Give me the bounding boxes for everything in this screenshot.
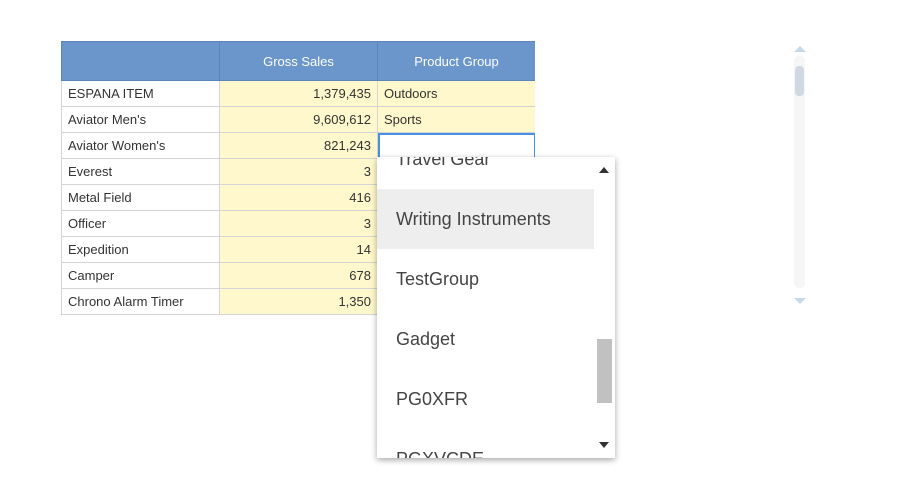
product-group-dropdown[interactable]: Travel Gear Writing Instruments TestGrou… [377,157,615,458]
table-row: Aviator Women's 821,243 [61,132,535,159]
dropdown-option[interactable]: Travel Gear [377,157,594,189]
gross-sales-cell[interactable]: 3 [219,158,378,185]
scroll-down-arrow-icon[interactable] [794,298,806,304]
row-name-cell[interactable]: Everest [61,158,220,185]
gross-sales-cell[interactable]: 3 [219,210,378,237]
row-name-cell[interactable]: Aviator Women's [61,132,220,159]
header-gross-sales[interactable]: Gross Sales [219,41,378,81]
chevron-up-icon[interactable] [599,167,609,173]
dropdown-option[interactable]: PGXVCDE [377,429,594,458]
dropdown-option[interactable]: Gadget [377,309,594,369]
gross-sales-cell[interactable]: 9,609,612 [219,106,378,133]
row-name-cell[interactable]: Officer [61,210,220,237]
product-group-cell[interactable]: Sports [377,106,535,133]
gross-sales-cell[interactable]: 821,243 [219,132,378,159]
gross-sales-cell[interactable]: 678 [219,262,378,289]
row-name-cell[interactable]: Aviator Men's [61,106,220,133]
header-row: Gross Sales Product Group [61,41,535,81]
page-scrollbar[interactable] [789,44,809,306]
dropdown-option[interactable]: PG0XFR [377,369,594,429]
row-name-cell[interactable]: ESPANA ITEM [61,80,220,107]
chevron-down-icon[interactable] [599,442,609,448]
table-row: ESPANA ITEM 1,379,435 Outdoors [61,80,535,107]
gross-sales-cell[interactable]: 1,379,435 [219,80,378,107]
dropdown-scroll-thumb[interactable] [597,339,612,403]
product-group-editor[interactable] [377,132,535,159]
dropdown-option[interactable]: TestGroup [377,249,594,309]
product-group-cell[interactable]: Outdoors [377,80,535,107]
dropdown-option-hovered[interactable]: Writing Instruments [377,189,594,249]
row-name-cell[interactable]: Metal Field [61,184,220,211]
dropdown-options-list: Travel Gear Writing Instruments TestGrou… [377,157,594,458]
header-product-group[interactable]: Product Group [377,41,535,81]
page-scroll-thumb[interactable] [795,66,804,96]
row-name-cell[interactable]: Camper [61,262,220,289]
gross-sales-cell[interactable]: 1,350 [219,288,378,315]
row-name-cell[interactable]: Chrono Alarm Timer [61,288,220,315]
dropdown-scrollbar[interactable] [594,157,615,458]
table-row: Aviator Men's 9,609,612 Sports [61,106,535,133]
gross-sales-cell[interactable]: 416 [219,184,378,211]
row-name-cell[interactable]: Expedition [61,236,220,263]
gross-sales-cell[interactable]: 14 [219,236,378,263]
scroll-up-arrow-icon[interactable] [794,46,806,52]
header-row-label [61,41,220,81]
